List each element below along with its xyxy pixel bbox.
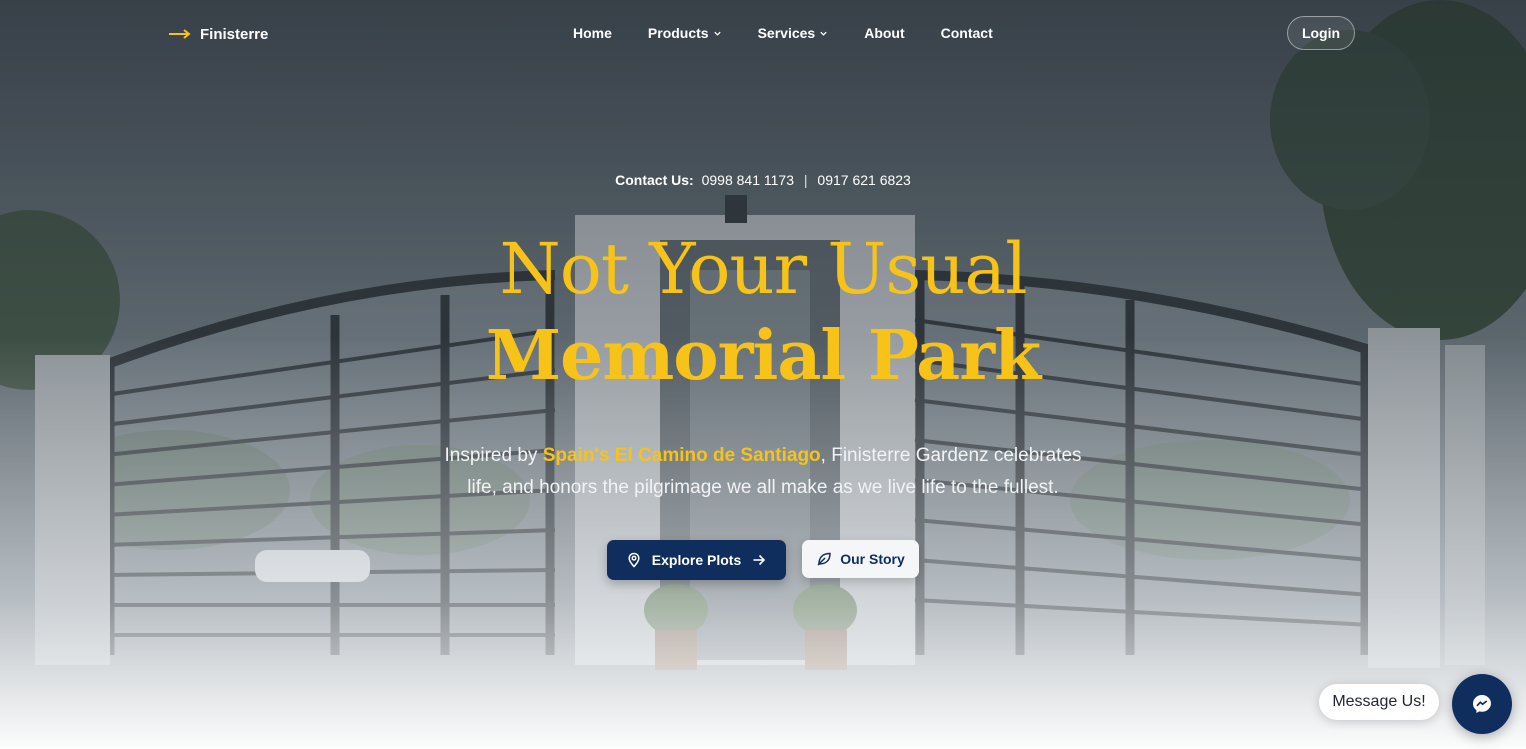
nav-item-contact[interactable]: Contact [941, 25, 993, 41]
hero-section: Finisterre Home Products Services About [0, 0, 1526, 749]
nav-item-label: Home [573, 25, 612, 41]
brand-name: Finisterre [200, 25, 269, 43]
explore-plots-button[interactable]: Explore Plots [607, 540, 786, 580]
map-pin-icon [628, 552, 640, 568]
headline-line-2: Memorial Park [485, 316, 1041, 396]
login-button[interactable]: Login [1287, 16, 1355, 50]
nav-item-label: Contact [940, 25, 993, 41]
explore-plots-label: Explore Plots [651, 552, 742, 568]
nav-item-home[interactable]: Home [573, 25, 612, 41]
chevron-down-icon [820, 31, 827, 36]
contact-info: Contact Us: 0998 841 1173 | 0917 621 682… [0, 172, 1526, 188]
nav-item-products[interactable]: Products [648, 25, 722, 41]
leaf-icon [817, 552, 831, 566]
hero-cta-group: Explore Plots Our Story [607, 540, 919, 580]
arrow-right-icon [169, 29, 191, 39]
brand-logo-link[interactable]: Finisterre [168, 24, 268, 44]
nav-item-label: About [864, 25, 905, 41]
nav-item-services[interactable]: Services [758, 25, 829, 41]
chevron-down-icon [713, 31, 721, 36]
top-navigation: Finisterre Home Products Services About [0, 0, 1526, 68]
contact-label: Contact Us: [615, 172, 694, 188]
phone-number-1[interactable]: 0998 841 1173 [702, 172, 794, 188]
lede-highlight: Spain's El Camino de Santiago [542, 445, 821, 466]
messenger-chat-button[interactable] [1452, 674, 1512, 734]
our-story-button[interactable]: Our Story [802, 540, 919, 578]
headline-line-1: Not Your Usual [499, 228, 1028, 310]
nav-item-label: Services [757, 25, 816, 41]
hero-description: Inspired by Spain's El Camino de Santiag… [433, 440, 1093, 504]
hero-headline: Not Your Usual Memorial Park [0, 228, 1526, 402]
messenger-icon [1473, 695, 1491, 713]
nav-item-label: Products [647, 25, 709, 41]
main-menu: Home Products Services About Contact [573, 25, 1029, 41]
phone-separator: | [803, 172, 808, 188]
our-story-label: Our Story [840, 551, 905, 567]
nav-item-about[interactable]: About [864, 25, 904, 41]
phone-number-2[interactable]: 0917 621 6823 [817, 172, 910, 188]
lede-prefix: Inspired by [444, 445, 543, 466]
arrow-right-icon [753, 554, 766, 566]
message-us-bubble[interactable]: Message Us! [1319, 684, 1439, 720]
